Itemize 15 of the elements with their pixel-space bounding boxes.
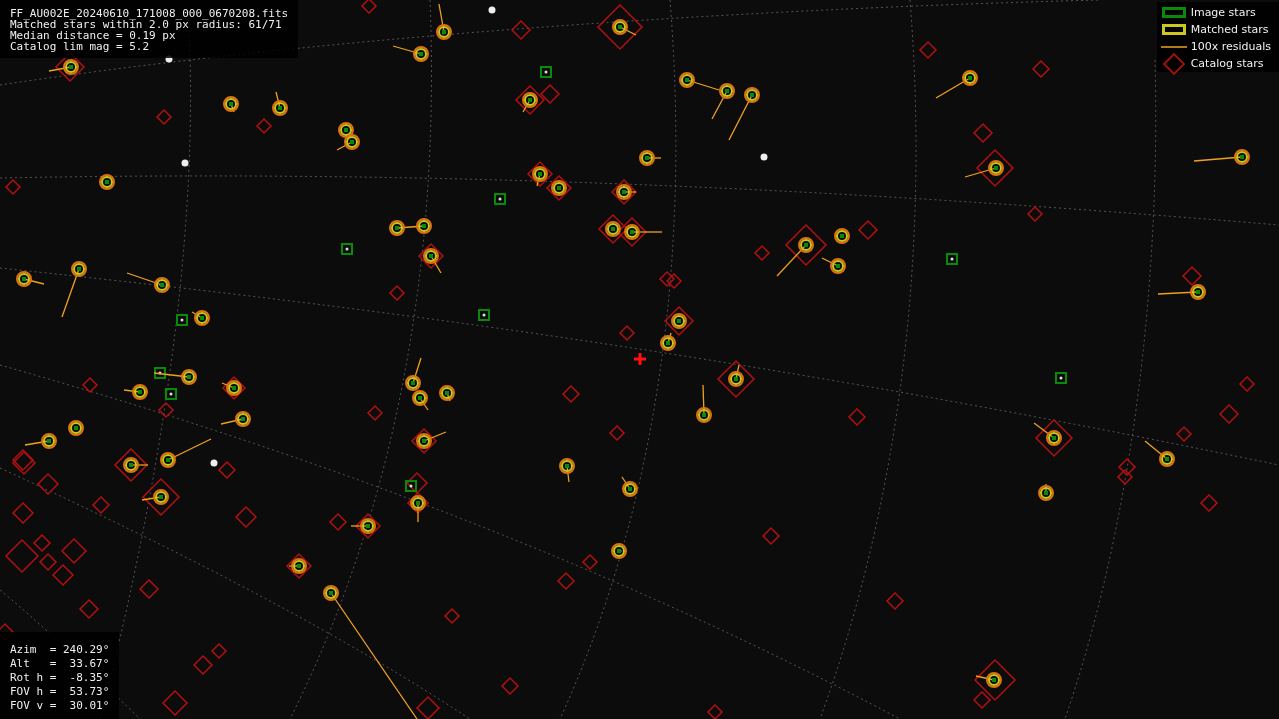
- info-line: Median distance = 0.19 px: [10, 30, 176, 41]
- legend-label: Image stars: [1190, 6, 1256, 19]
- pointing-line: FOV v = 30.01°: [10, 699, 110, 713]
- legend-label: Matched stars: [1190, 23, 1269, 36]
- pointing-line: Rot h = -8.35°: [10, 671, 110, 685]
- catalog-star-icon: [1161, 51, 1186, 76]
- info-line: Matched stars within 2.0 px radius: 61/71: [10, 19, 282, 30]
- pointing-line: FOV h = 53.73°: [10, 685, 110, 699]
- pointing-line: Alt = 33.67°: [10, 657, 110, 671]
- pointing-line: Azim = 240.29°: [10, 643, 110, 657]
- legend-label: Catalog stars: [1190, 57, 1264, 70]
- info-line: Catalog lim mag = 5.2: [10, 41, 151, 52]
- info-line: FF_AU002E_20240610_171008_000_0670208.fits: [10, 8, 289, 19]
- legend-label: 100x residuals: [1190, 40, 1271, 53]
- residual-line-icon: [1160, 45, 1187, 48]
